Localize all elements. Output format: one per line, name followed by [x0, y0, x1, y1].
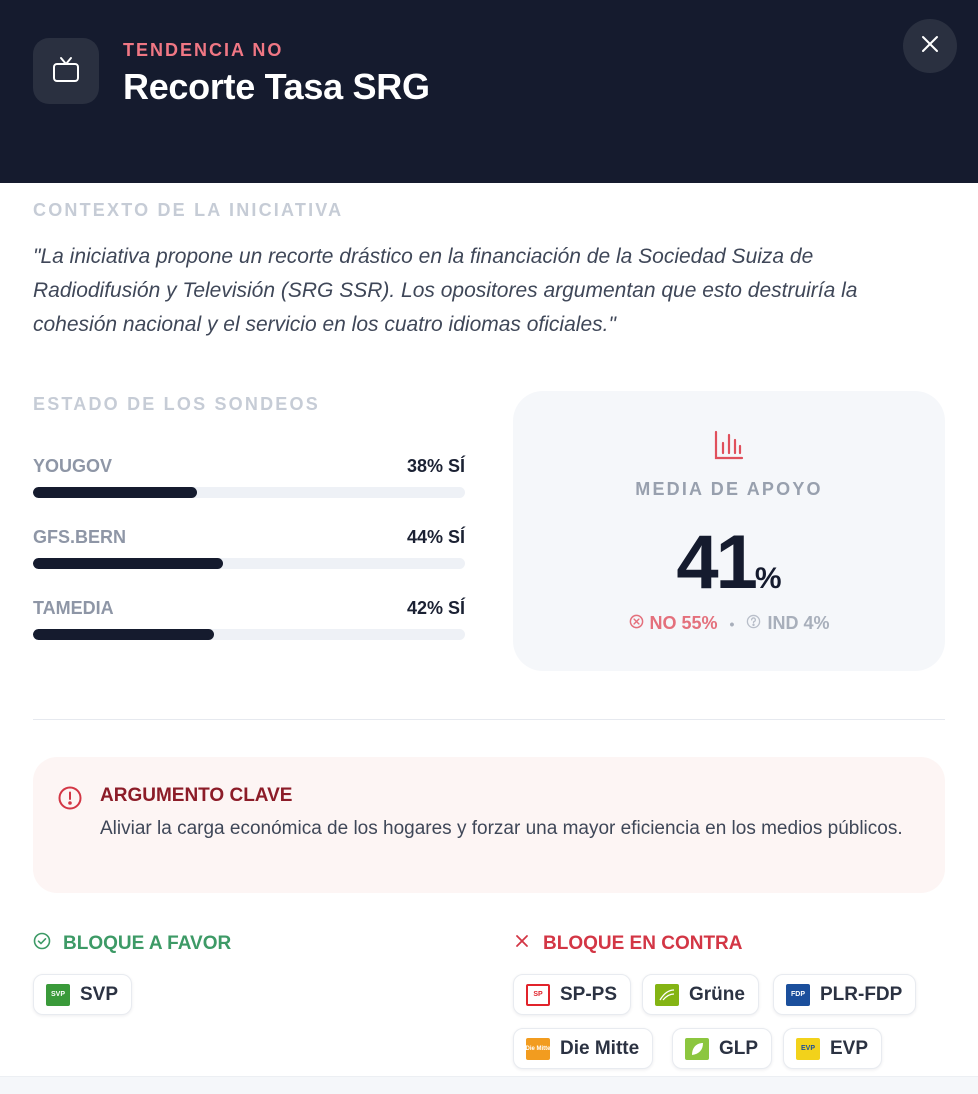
- svp-logo: SVP: [46, 983, 70, 1006]
- undecided-share-label: IND 4%: [767, 613, 830, 633]
- party-chip-sp-ps[interactable]: SP SP-PS: [513, 974, 632, 1015]
- contra-block-heading: BLOQUE EN CONTRA: [513, 932, 743, 956]
- party-name: SP-PS: [560, 983, 618, 1005]
- poll-bar-fill: [33, 487, 198, 498]
- help-circle-icon: [746, 613, 761, 634]
- x-circle-icon: [629, 613, 644, 634]
- poll-name: TAMEDIA: [33, 598, 114, 618]
- average-label: MEDIA DE APOYO: [635, 479, 823, 499]
- check-circle-icon: [33, 932, 51, 956]
- sp-logo: SP: [526, 983, 550, 1006]
- modal-footer: [0, 1076, 978, 1094]
- poll-value: 42% SÍ: [406, 598, 465, 618]
- poll-bar-track: [33, 629, 465, 640]
- fdp-logo: FDP: [786, 983, 810, 1006]
- party-name: Die Mitte: [560, 1037, 640, 1059]
- party-chip-die-mitte[interactable]: Die Mitte Die Mitte: [513, 1028, 654, 1069]
- close-button[interactable]: [903, 19, 957, 73]
- average-number: 41: [676, 520, 758, 605]
- poll-value: 44% SÍ: [406, 527, 465, 547]
- tv-icon: [33, 38, 99, 104]
- initiative-modal: TENDENCIA NO Recorte Tasa SRG CONTEXTO D…: [0, 0, 978, 1094]
- average-support-card: MEDIA DE APOYO 41% NO 55% • IND 4%: [513, 391, 945, 671]
- divider: [33, 719, 945, 720]
- average-unit: %: [754, 562, 782, 595]
- poll-value: 38% SÍ: [406, 456, 465, 476]
- close-icon: [920, 34, 940, 59]
- no-share-label: NO 55%: [649, 613, 718, 633]
- key-argument-text: Aliviar la carga económica de los hogare…: [100, 818, 903, 839]
- modal-header: TENDENCIA NO Recorte Tasa SRG: [0, 0, 978, 183]
- bar-chart-icon: [713, 429, 745, 466]
- party-chip-svp[interactable]: SVP SVP: [33, 974, 133, 1015]
- glp-logo: [685, 1037, 709, 1060]
- context-label: CONTEXTO DE LA INICIATIVA: [33, 200, 344, 220]
- poll-name: YOUGOV: [33, 456, 113, 476]
- page-title: Recorte Tasa SRG: [123, 66, 430, 107]
- average-value: 41%: [513, 519, 945, 606]
- poll-bar-track: [33, 487, 465, 498]
- poll-name: GFS.BERN: [33, 527, 127, 547]
- party-chip-plr-fdp[interactable]: FDP PLR-FDP: [773, 974, 917, 1015]
- party-chip-grune[interactable]: Grüne: [642, 974, 759, 1015]
- contra-block-title: BLOQUE EN CONTRA: [543, 933, 743, 954]
- poll-bar-fill: [33, 629, 215, 640]
- party-name: SVP: [80, 983, 119, 1005]
- context-quote: "La iniciativa propone un recorte drásti…: [33, 245, 858, 336]
- no-share: NO 55%: [629, 613, 718, 634]
- alert-circle-icon: [58, 786, 82, 815]
- key-argument-title: ARGUMENTO CLAVE: [100, 785, 293, 806]
- party-chip-glp[interactable]: GLP: [672, 1028, 773, 1069]
- evp-logo: EVP: [796, 1037, 820, 1060]
- trend-kicker: TENDENCIA NO: [123, 40, 284, 60]
- poll-bar-track: [33, 558, 465, 569]
- polls-label: ESTADO DE LOS SONDEOS: [33, 394, 320, 414]
- x-icon: [513, 932, 531, 956]
- key-argument-card: ARGUMENTO CLAVE Aliviar la carga económi…: [33, 757, 945, 893]
- favor-block-title: BLOQUE A FAVOR: [63, 933, 232, 954]
- party-name: Grüne: [689, 983, 745, 1005]
- party-name: PLR-FDP: [820, 983, 903, 1005]
- party-name: EVP: [830, 1037, 869, 1059]
- die-mitte-logo: Die Mitte: [526, 1037, 551, 1060]
- average-breakdown: NO 55% • IND 4%: [513, 613, 945, 634]
- poll-bar-fill: [33, 558, 224, 569]
- party-chip-evp[interactable]: EVP EVP: [783, 1028, 883, 1069]
- grune-logo: [655, 983, 679, 1006]
- separator-dot: •: [729, 615, 735, 632]
- party-name: GLP: [719, 1037, 759, 1059]
- undecided-share: IND 4%: [746, 613, 829, 634]
- favor-block-heading: BLOQUE A FAVOR: [33, 932, 231, 956]
